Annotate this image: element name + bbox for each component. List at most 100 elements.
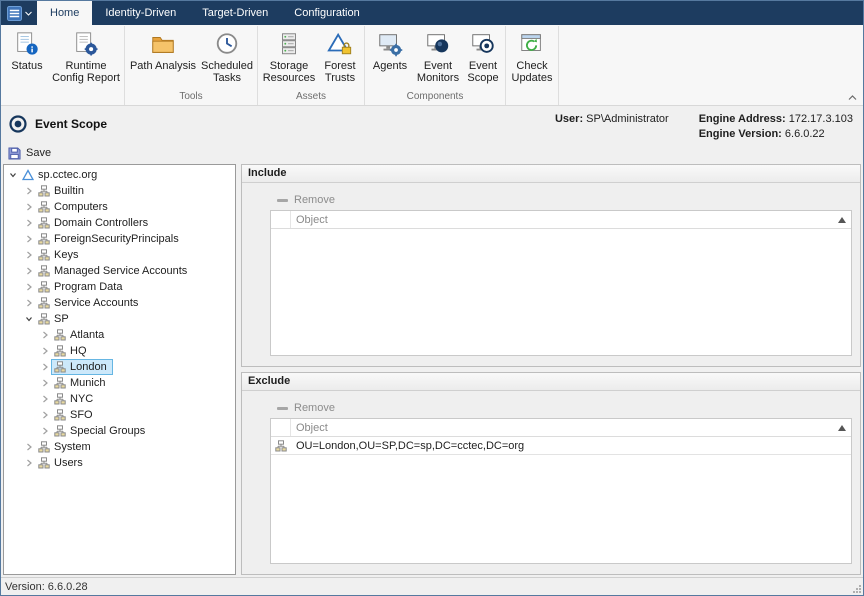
ribbon-group-assets: Storage Resources Forest Trusts Assets [258, 26, 365, 105]
exclude-remove-button[interactable]: Remove [270, 398, 852, 418]
exclude-grid-body: OU=London,OU=SP,DC=sp,DC=cctec,DC=org [271, 437, 851, 563]
check-updates-icon [517, 30, 547, 58]
remove-minus-icon [277, 199, 288, 202]
tree-item-foreignsecurityprincipals[interactable]: ForeignSecurityPrincipals [4, 231, 235, 247]
status-button[interactable]: Status [4, 27, 50, 89]
tree-item-sp-cctec-org[interactable]: sp.cctec.org [4, 167, 235, 183]
tree-item-special-groups[interactable]: Special Groups [4, 423, 235, 439]
page-header: Event Scope User: SP\Administrator Engin… [1, 106, 863, 142]
ou-icon [53, 377, 66, 389]
resize-grip[interactable] [851, 583, 862, 594]
app-menu-button[interactable] [1, 1, 37, 25]
tree-item-service-accounts[interactable]: Service Accounts [4, 295, 235, 311]
tree-item-munich[interactable]: Munich [4, 375, 235, 391]
chevron-right-icon[interactable] [23, 233, 35, 245]
tab-configuration[interactable]: Configuration [281, 1, 372, 25]
tab-home[interactable]: Home [37, 1, 92, 25]
chevron-right-icon[interactable] [23, 281, 35, 293]
forest-trusts-button[interactable]: Forest Trusts [318, 27, 362, 89]
chevron-right-icon[interactable] [23, 457, 35, 469]
save-button[interactable]: Save [1, 142, 863, 164]
version-text: Version: 6.6.0.28 [5, 581, 88, 593]
path-analysis-button[interactable]: Path Analysis [127, 27, 199, 89]
collapse-ribbon-button[interactable] [848, 95, 857, 101]
storage-resources-icon [274, 30, 304, 58]
tree-item-keys[interactable]: Keys [4, 247, 235, 263]
chevron-right-icon[interactable] [39, 329, 51, 341]
ribbon-group-label [508, 90, 556, 105]
tree-item-users[interactable]: Users [4, 455, 235, 471]
forest-trusts-icon [325, 30, 355, 58]
tree-item-hq[interactable]: HQ [4, 343, 235, 359]
engine-info: User: SP\Administrator Engine Address: 1… [555, 106, 853, 142]
tree-item-system[interactable]: System [4, 439, 235, 455]
chevron-right-icon[interactable] [39, 425, 51, 437]
ou-icon [37, 249, 50, 261]
scheduled-tasks-button[interactable]: Scheduled Tasks [199, 27, 255, 89]
agents-button[interactable]: Agents [367, 27, 413, 89]
chevron-right-icon[interactable] [23, 201, 35, 213]
runtime-config-report-button[interactable]: Runtime Config Report [50, 27, 122, 89]
chevron-right-icon[interactable] [23, 217, 35, 229]
engine-details: Engine Address: 172.17.3.103 Engine Vers… [699, 112, 853, 142]
ou-icon [37, 313, 50, 325]
include-section: Include Remove Object [241, 164, 861, 367]
save-icon [8, 147, 21, 160]
event-monitors-icon [423, 30, 453, 58]
scheduled-tasks-icon [212, 30, 242, 58]
exclude-grid-header[interactable]: Object [271, 419, 851, 437]
include-grid-header[interactable]: Object [271, 211, 851, 229]
ou-icon [53, 345, 66, 357]
tree-item-managed-service-accounts[interactable]: Managed Service Accounts [4, 263, 235, 279]
chevron-right-icon[interactable] [39, 409, 51, 421]
tree-item-sfo[interactable]: SFO [4, 407, 235, 423]
tab-identity-driven[interactable]: Identity-Driven [92, 1, 189, 25]
ou-icon [271, 437, 291, 454]
chevron-down-icon[interactable] [23, 313, 35, 325]
include-grid: Object [270, 210, 852, 356]
chevron-right-icon[interactable] [23, 265, 35, 277]
check-updates-button[interactable]: Check Updates [508, 27, 556, 89]
tree-item-computers[interactable]: Computers [4, 199, 235, 215]
chevron-right-icon[interactable] [23, 441, 35, 453]
ou-icon [37, 185, 50, 197]
event-monitors-button[interactable]: Event Monitors [413, 27, 463, 89]
status-icon [12, 30, 42, 58]
ou-icon [37, 457, 50, 469]
tree-item-builtin[interactable]: Builtin [4, 183, 235, 199]
tree-item-atlanta[interactable]: Atlanta [4, 327, 235, 343]
chevron-down-icon[interactable] [7, 169, 19, 181]
chevron-right-icon[interactable] [23, 297, 35, 309]
tree-item-program-data[interactable]: Program Data [4, 279, 235, 295]
chevron-right-icon[interactable] [39, 345, 51, 357]
tree-item-domain-controllers[interactable]: Domain Controllers [4, 215, 235, 231]
include-remove-button[interactable]: Remove [270, 190, 852, 210]
tree-item-nyc[interactable]: NYC [4, 391, 235, 407]
ou-icon [53, 361, 66, 373]
include-section-header: Include [242, 165, 860, 183]
include-grid-body[interactable] [271, 229, 851, 355]
sort-ascending-icon[interactable] [838, 217, 846, 223]
storage-resources-button[interactable]: Storage Resources [260, 27, 318, 89]
chevron-right-icon[interactable] [23, 249, 35, 261]
ribbon-group-label: Assets [260, 90, 362, 105]
app-menu-icon [7, 6, 22, 21]
tree-item-london[interactable]: London [4, 359, 235, 375]
chevron-right-icon[interactable] [39, 361, 51, 373]
ribbon-group-label [4, 90, 122, 105]
chevron-right-icon[interactable] [39, 393, 51, 405]
tree-item-sp[interactable]: SP [4, 311, 235, 327]
ou-icon [37, 281, 50, 293]
chevron-right-icon[interactable] [39, 377, 51, 389]
chevron-right-icon[interactable] [23, 185, 35, 197]
sort-ascending-icon[interactable] [838, 425, 846, 431]
runtime-config-report-icon [71, 30, 101, 58]
agents-icon [375, 30, 405, 58]
event-scope-button[interactable]: Event Scope [463, 27, 503, 89]
exclude-section-header: Exclude [242, 373, 860, 391]
ribbon-group-components: Agents Event Monitors Event Scope Compon… [365, 26, 506, 105]
table-row[interactable]: OU=London,OU=SP,DC=sp,DC=cctec,DC=org [271, 437, 851, 455]
tab-target-driven[interactable]: Target-Driven [189, 1, 281, 25]
object-column-header: Object [291, 214, 838, 226]
object-column-header: Object [291, 422, 838, 434]
